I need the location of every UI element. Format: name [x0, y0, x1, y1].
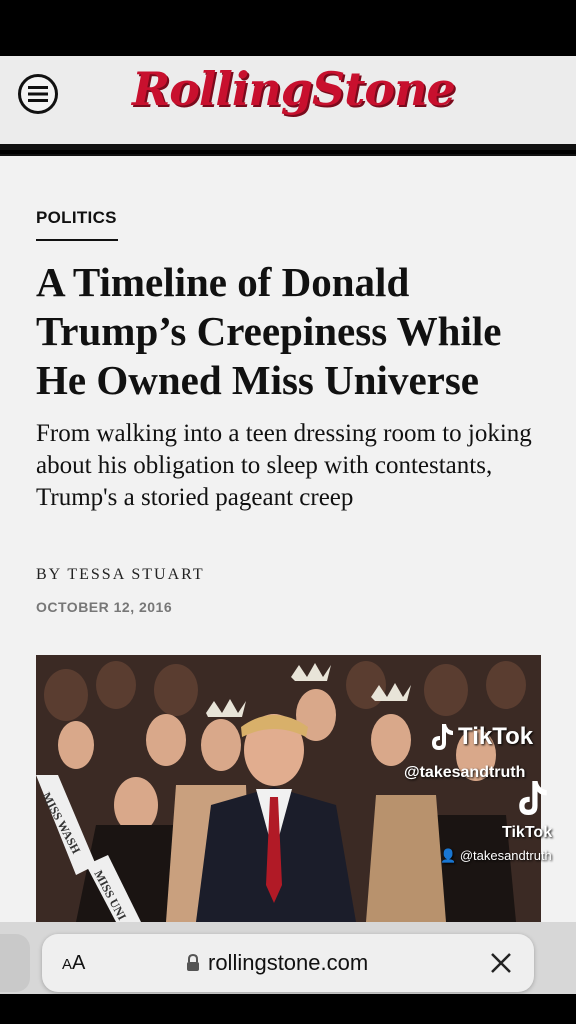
section-label[interactable]: POLITICS — [36, 208, 117, 228]
previous-tab[interactable] — [0, 934, 30, 992]
url-display[interactable]: rollingstone.com — [186, 950, 368, 976]
tiktok-small-watermark — [514, 778, 548, 823]
tiktok-watermark: TikTok — [428, 722, 533, 752]
address-bar[interactable]: AA rollingstone.com — [42, 934, 534, 992]
section-underline — [36, 239, 118, 241]
tiktok-handle: @takesandtruth — [404, 764, 526, 781]
close-button[interactable] — [490, 952, 512, 979]
close-icon — [491, 953, 511, 973]
tiktok-small-icon — [519, 781, 547, 815]
tiktok-brand: TikTok — [458, 723, 534, 750]
tiktok-brand-small: TikTok — [502, 824, 553, 841]
article-photo: MISS WASH MISS UNI — [36, 655, 541, 922]
text-size-large-label: A — [72, 952, 86, 974]
lock-icon — [187, 954, 199, 971]
tiktok-handle-small: 👤 @takesandtruth — [440, 848, 552, 864]
menu-button[interactable] — [18, 74, 58, 114]
site-logo[interactable]: RollingStone — [132, 62, 456, 116]
site-header: RollingStone — [0, 56, 576, 144]
article-byline[interactable]: BY TESSA STUART — [36, 566, 205, 584]
menu-icon — [28, 86, 48, 102]
article-page: POLITICS A Timeline of Donald Trump’s Cr… — [0, 156, 576, 922]
text-size-button[interactable]: AA — [62, 952, 85, 975]
home-indicator-area — [0, 994, 576, 1024]
article-headline: A Timeline of Donald Trump’s Creepiness … — [36, 259, 502, 403]
header-divider — [0, 144, 576, 150]
status-bar — [0, 0, 576, 56]
user-icon: 👤 — [440, 848, 457, 863]
text-size-small-label: A — [62, 956, 73, 973]
url-text: rollingstone.com — [208, 950, 369, 975]
article-date: OCTOBER 12, 2016 — [36, 599, 173, 615]
tiktok-handle-small-text: @takesandtruth — [459, 848, 552, 863]
tiktok-icon — [432, 724, 453, 750]
article-dek: From walking into a teen dressing room t… — [36, 420, 532, 511]
